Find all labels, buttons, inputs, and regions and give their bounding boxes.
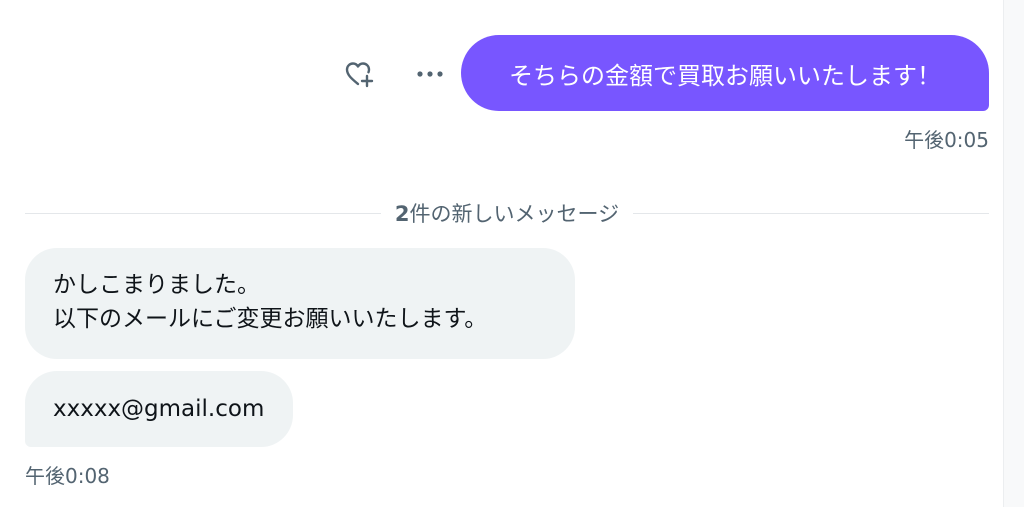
outgoing-message-bubble[interactable]: そちらの金額で買取お願いいたします！ <box>461 35 989 111</box>
message-actions <box>340 54 450 94</box>
divider-line-left <box>25 212 381 214</box>
heart-plus-icon[interactable] <box>340 54 380 94</box>
incoming-message-line: かしこまりました。 <box>53 272 260 298</box>
incoming-message-bubble[interactable]: かしこまりました。 以下のメールにご変更お願いいたします。 <box>25 248 575 359</box>
incoming-message-bubble-email[interactable]: xxxxx@gmail.com <box>25 371 293 447</box>
divider-line-right <box>633 212 989 214</box>
more-dots-icon[interactable] <box>410 54 450 94</box>
chat-conversation: そちらの金額で買取お願いいたします！ 午後0:05 2件の新しいメッセージ かし… <box>0 0 1024 507</box>
outgoing-message-text: そちらの金額で買取お願いいたします！ <box>509 61 941 90</box>
new-messages-count: 2 <box>394 202 410 226</box>
scrollbar[interactable] <box>1003 0 1024 507</box>
incoming-message-email: xxxxx@gmail.com <box>53 396 265 422</box>
new-messages-label: 2件の新しいメッセージ <box>381 198 633 228</box>
new-messages-divider: 2件の新しいメッセージ <box>25 197 989 229</box>
incoming-message-line: 以下のメールにご変更お願いいたします。 <box>53 306 488 332</box>
outgoing-message-time: 午後0:05 <box>904 128 989 152</box>
new-messages-text: 件の新しいメッセージ <box>409 202 620 226</box>
incoming-message-time: 午後0:08 <box>25 464 110 488</box>
